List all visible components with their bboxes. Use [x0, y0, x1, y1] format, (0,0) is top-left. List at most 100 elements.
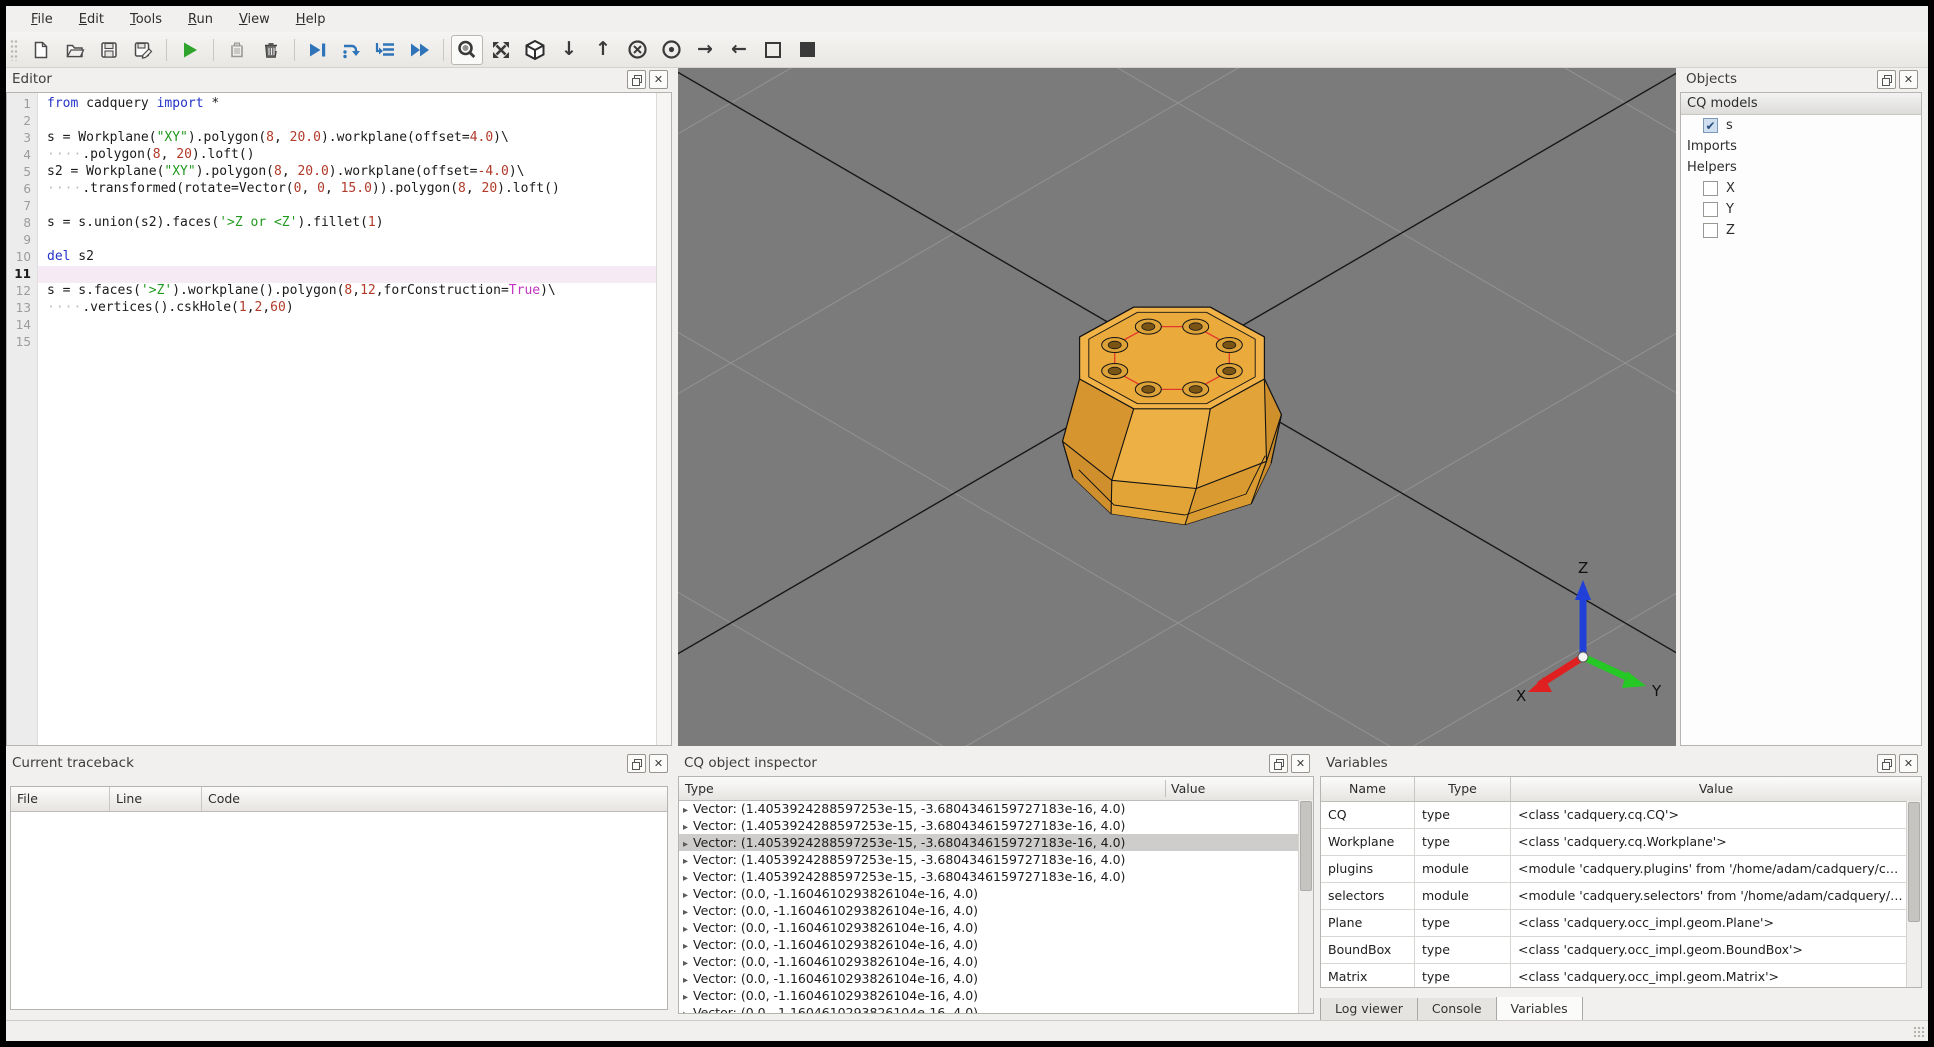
expand-arrow-icon[interactable]: ▸	[683, 856, 688, 867]
editor-close-button[interactable]: ✕	[649, 70, 668, 89]
objects-float-button[interactable]	[1877, 70, 1896, 89]
traceback-close-button[interactable]: ✕	[649, 754, 668, 773]
scrollbar-thumb[interactable]	[1300, 801, 1312, 891]
view-top-button[interactable]: ↑	[587, 35, 619, 65]
tree-item-helpers[interactable]: Helpers	[1681, 157, 1921, 178]
expand-arrow-icon[interactable]: ▸	[683, 907, 688, 918]
variable-row[interactable]: BoundBox type <class 'cadquery.occ_impl.ge…	[1321, 937, 1921, 964]
expand-arrow-icon[interactable]: ▸	[683, 822, 688, 833]
expand-arrow-icon[interactable]: ▸	[683, 992, 688, 1003]
line-number: 1	[23, 97, 31, 111]
variables-scrollbar[interactable]	[1906, 801, 1921, 987]
fit-all-button[interactable]	[485, 35, 517, 65]
scrollbar-thumb[interactable]	[1908, 802, 1920, 922]
3d-viewport[interactable]: Z X Y	[678, 68, 1676, 746]
resize-grip[interactable]	[1913, 1026, 1926, 1039]
inspector-row[interactable]: ▸ Vector: (1.4053924288597253e-15, -3.680…	[679, 817, 1299, 834]
save-as-button[interactable]	[127, 35, 159, 65]
menu-tools[interactable]: Tools	[117, 9, 175, 30]
expand-arrow-icon[interactable]: ▸	[683, 975, 688, 986]
step-into-button[interactable]	[370, 35, 402, 65]
inspector-row[interactable]: ▸ Vector: (0.0, -1.1604610293826104e-16, …	[679, 1004, 1299, 1013]
inspector-close-button[interactable]: ✕	[1291, 754, 1310, 773]
shaded-button[interactable]	[791, 35, 823, 65]
variable-type: type	[1415, 829, 1511, 855]
inspector-row[interactable]: ▸ Vector: (0.0, -1.1604610293826104e-16, …	[679, 970, 1299, 987]
inspector-row[interactable]: ▸ Vector: (0.0, -1.1604610293826104e-16, …	[679, 987, 1299, 1004]
checkbox-y[interactable]	[1703, 202, 1718, 217]
fit-view-button[interactable]	[451, 34, 483, 65]
tree-item-s[interactable]: ✔ s	[1681, 115, 1921, 136]
inspector-row[interactable]: ▸ Vector: (0.0, -1.1604610293826104e-16, …	[679, 885, 1299, 902]
objects-close-button[interactable]: ✕	[1899, 70, 1918, 89]
new-file-button[interactable]	[25, 35, 57, 65]
variable-value: <module 'cadquery.selectors' from '/home…	[1518, 888, 1903, 903]
view-bottom-button[interactable]: ↓	[553, 35, 585, 65]
variable-row[interactable]: Matrix type <class 'cadquery.occ_impl.geom…	[1321, 964, 1921, 987]
toolbar-drag-handle[interactable]	[10, 38, 18, 61]
view-front-button[interactable]	[655, 35, 687, 65]
expand-arrow-icon[interactable]: ▸	[683, 839, 688, 850]
inspector-row[interactable]: ▸ Vector: (0.0, -1.1604610293826104e-16, …	[679, 919, 1299, 936]
variable-name: Workplane	[1321, 829, 1415, 855]
iso-view-button[interactable]	[519, 35, 551, 65]
wireframe-button[interactable]	[757, 35, 789, 65]
expand-arrow-icon[interactable]: ▸	[683, 890, 688, 901]
code-editor[interactable]: 1 from cadquery import * 2 3 s = Workplane("…	[6, 92, 672, 746]
view-left-button[interactable]: ←	[723, 35, 755, 65]
view-back-button[interactable]	[621, 35, 653, 65]
variables-float-button[interactable]	[1877, 754, 1896, 773]
variable-row[interactable]: Workplane type <class 'cadquery.cq.Workpla…	[1321, 829, 1921, 856]
tree-item-imports[interactable]: Imports	[1681, 136, 1921, 157]
variable-row[interactable]: Plane type <class 'cadquery.occ_impl.geom.…	[1321, 910, 1921, 937]
editor-float-button[interactable]	[627, 70, 646, 89]
traceback-float-button[interactable]	[627, 754, 646, 773]
variable-value: <class 'cadquery.occ_impl.geom.BoundBox'…	[1518, 942, 1803, 957]
tree-item-x[interactable]: X	[1681, 178, 1921, 199]
inspector-row[interactable]: ▸ Vector: (0.0, -1.1604610293826104e-16, …	[679, 953, 1299, 970]
tree-item-y[interactable]: Y	[1681, 199, 1921, 220]
inspector-float-button[interactable]	[1269, 754, 1288, 773]
inspector-row[interactable]: ▸ Vector: (1.4053924288597253e-15, -3.680…	[679, 834, 1299, 851]
new-file-icon	[34, 41, 48, 58]
checkbox-s[interactable]: ✔	[1703, 118, 1718, 133]
render-button[interactable]	[174, 35, 206, 65]
menu-run[interactable]: Run	[175, 9, 226, 30]
expand-arrow-icon[interactable]: ▸	[683, 941, 688, 952]
tree-item-z[interactable]: Z	[1681, 220, 1921, 241]
inspector-panel: CQ object inspector ✕ Type Value ▸ Vector…	[678, 752, 1314, 1014]
save-button[interactable]	[93, 35, 125, 65]
menu-file[interactable]: File	[18, 9, 66, 30]
close-icon: ✕	[1903, 73, 1914, 86]
tree-item-cq-models[interactable]: CQ models	[1681, 93, 1921, 115]
inspector-row[interactable]: ▸ Vector: (1.4053924288597253e-15, -3.680…	[679, 868, 1299, 885]
step-button[interactable]	[336, 35, 368, 65]
variables-close-button[interactable]: ✕	[1899, 754, 1918, 773]
clipboard-button[interactable]	[221, 35, 253, 65]
expand-arrow-icon[interactable]: ▸	[683, 958, 688, 969]
inspector-row[interactable]: ▸ Vector: (1.4053924288597253e-15, -3.680…	[679, 851, 1299, 868]
code-line: 10 del s2	[7, 249, 656, 266]
inspector-row[interactable]: ▸ Vector: (0.0, -1.1604610293826104e-16, …	[679, 902, 1299, 919]
continue-button[interactable]	[404, 35, 436, 65]
expand-arrow-icon[interactable]: ▸	[683, 873, 688, 884]
editor-scrollbar[interactable]	[656, 93, 671, 745]
open-file-button[interactable]	[59, 35, 91, 65]
delete-button[interactable]	[255, 35, 287, 65]
expand-arrow-icon[interactable]: ▸	[683, 1009, 688, 1013]
variable-row[interactable]: CQ type <class 'cadquery.cq.CQ'>	[1321, 802, 1921, 829]
view-right-button[interactable]: →	[689, 35, 721, 65]
menu-help[interactable]: Help	[283, 9, 339, 30]
menu-edit[interactable]: Edit	[66, 9, 117, 30]
menu-view[interactable]: View	[226, 9, 283, 30]
inspector-row[interactable]: ▸ Vector: (0.0, -1.1604610293826104e-16, …	[679, 936, 1299, 953]
checkbox-x[interactable]	[1703, 181, 1718, 196]
inspector-scrollbar[interactable]	[1298, 800, 1313, 1013]
expand-arrow-icon[interactable]: ▸	[683, 924, 688, 935]
variable-row[interactable]: selectors module <module 'cadquery.selecto…	[1321, 883, 1921, 910]
expand-arrow-icon[interactable]: ▸	[683, 805, 688, 816]
checkbox-z[interactable]	[1703, 223, 1718, 238]
inspector-row[interactable]: ▸ Vector: (1.4053924288597253e-15, -3.680…	[679, 800, 1299, 817]
variable-row[interactable]: plugins module <module 'cadquery.plugins' …	[1321, 856, 1921, 883]
debug-button[interactable]	[302, 35, 334, 65]
